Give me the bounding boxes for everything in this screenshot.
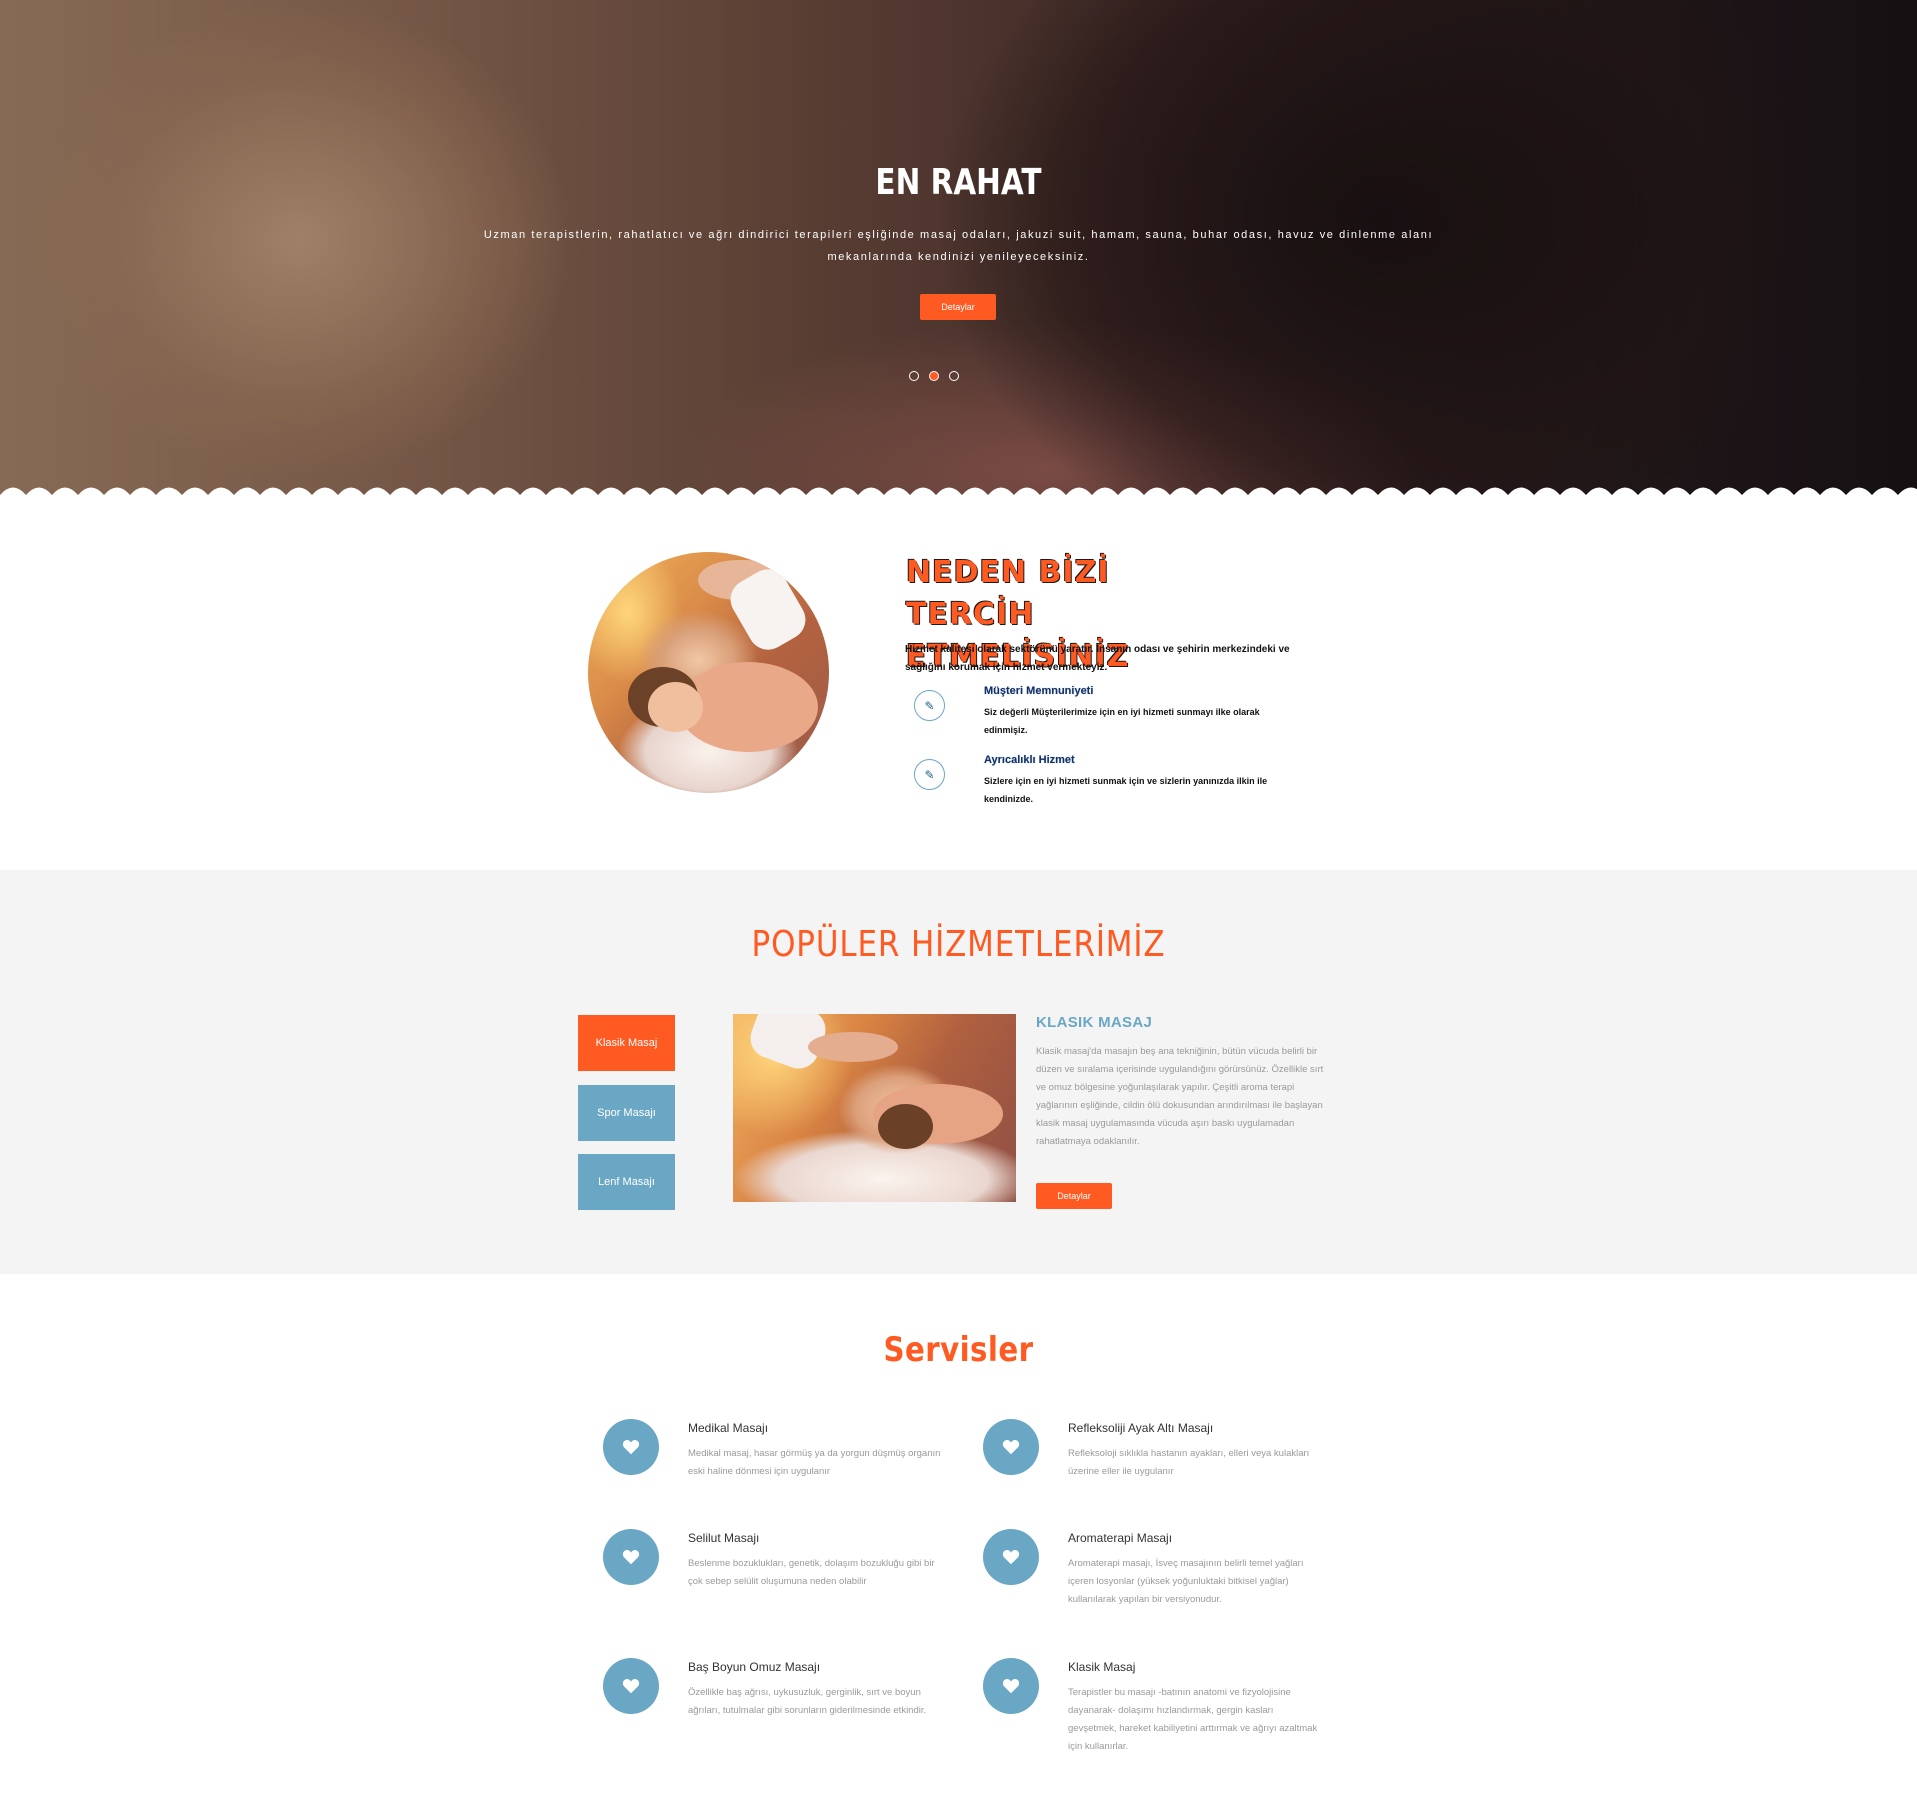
service-item-text: Beslenme bozuklukları, genetik, dolaşım …: [688, 1558, 935, 1587]
service-item-title: Baş Boyun Omuz Masajı: [688, 1660, 821, 1674]
service-item-title: Medikal Masajı: [688, 1421, 769, 1435]
pencil-icon: ✎: [914, 759, 945, 790]
service-item-title: Refleksoliji Ayak Altı Masajı: [1068, 1421, 1214, 1435]
service-photo: [733, 1014, 1016, 1202]
popular-services-section: POPÜLER HİZMETLERİMİZ Klasik Masaj Spor …: [0, 870, 1917, 1274]
heart-icon: [603, 1658, 659, 1714]
hero-title: EN RAHAT: [875, 162, 1042, 203]
tab-lenf-masaji[interactable]: Lenf Masajı: [578, 1154, 675, 1210]
hero-slider: EN RAHAT Uzman terapistlerin, rahatlatıc…: [0, 0, 1917, 495]
slider-dot-2[interactable]: [929, 371, 939, 381]
service-item-text: Terapistler bu masajı -batının anatomi v…: [1068, 1687, 1318, 1752]
feature-title: Ayrıcalıklı Hizmet: [984, 754, 1075, 766]
feature-title: Müşteri Memnuniyeti: [984, 685, 1094, 697]
heart-icon: [983, 1658, 1039, 1714]
services-title: Servisler: [883, 1330, 1034, 1370]
service-item-title: Aromaterapi Masajı: [1068, 1531, 1173, 1545]
heart-icon: [983, 1529, 1039, 1585]
service-item-text: Refleksoloji sıklıkla hastanın ayakları,…: [1068, 1448, 1310, 1477]
tab-klasik-masaj[interactable]: Klasik Masaj: [578, 1015, 675, 1071]
heart-icon: [603, 1529, 659, 1585]
slider-dot-1[interactable]: [909, 371, 919, 381]
hero-description: Uzman terapistlerin, rahatlatıcı ve ağrı…: [483, 229, 1434, 263]
service-item-title: Selilut Masajı: [688, 1531, 760, 1545]
massage-photo-circle: [588, 552, 829, 793]
feature-text: Sizlere için en iyi hizmeti sunmak için …: [984, 776, 1268, 804]
slider-dots: [909, 371, 959, 381]
heart-icon: [603, 1419, 659, 1475]
feature-text: Siz değerli Müşterilerimize için en iyi …: [984, 707, 1260, 735]
service-item-text: Aromaterapi masajı, İsveç masajının beli…: [1068, 1558, 1304, 1605]
popular-services-title: POPÜLER HİZMETLERİMİZ: [751, 924, 1166, 965]
service-details-button[interactable]: Detaylar: [1036, 1183, 1112, 1209]
heart-icon: [983, 1419, 1039, 1475]
service-name: KLASIK MASAJ: [1036, 1014, 1153, 1031]
hero-details-button[interactable]: Detaylar: [920, 294, 996, 320]
tab-spor-masaji[interactable]: Spor Masajı: [578, 1085, 675, 1141]
service-item-title: Klasik Masaj: [1068, 1660, 1136, 1674]
pencil-icon: ✎: [914, 690, 945, 721]
wave-divider: [0, 487, 1917, 508]
service-item-text: Medikal masaj, hasar görmüş ya da yorgun…: [688, 1448, 941, 1477]
service-item-text: Özellikle baş ağrısı, uykusuzluk, gergin…: [688, 1687, 927, 1716]
why-us-description: Hizmet kalitesi olarak sektörünü yaratır…: [905, 644, 1290, 673]
service-description: Klasik masaj'da masajın beş ana tekniğin…: [1036, 1046, 1324, 1147]
slider-dot-3[interactable]: [949, 371, 959, 381]
